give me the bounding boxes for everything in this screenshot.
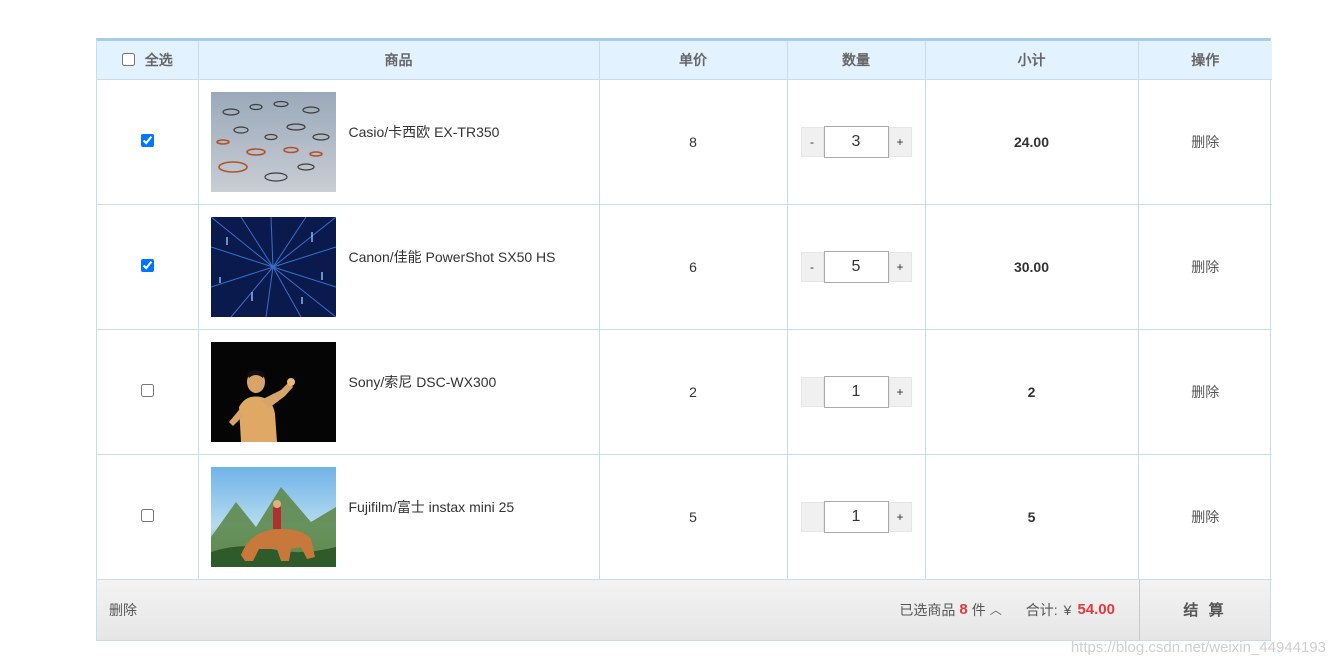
row-checkbox[interactable]: [140, 508, 154, 522]
row-checkbox[interactable]: [140, 133, 154, 147]
subtotal: 30.00: [925, 204, 1139, 330]
decrease-button[interactable]: -: [800, 501, 824, 532]
increase-button[interactable]: +: [888, 251, 912, 282]
delete-button[interactable]: 删除: [1191, 509, 1219, 525]
product-name: Casio/卡西欧 EX-TR350: [348, 123, 500, 140]
selected-unit: 件: [971, 601, 986, 618]
selected-prefix: 已选商品: [899, 601, 956, 618]
quantity-input[interactable]: [823, 500, 889, 533]
chevron-up-icon[interactable]: ︿: [990, 601, 1002, 618]
product-image-canon: [210, 216, 336, 317]
product-name: Canon/佳能 PowerShot SX50 HS: [348, 248, 556, 265]
quantity-input[interactable]: [823, 250, 889, 283]
currency-symbol: ¥: [1063, 601, 1072, 618]
delete-button[interactable]: 删除: [1191, 384, 1219, 400]
bulk-delete-button[interactable]: 删除: [109, 600, 137, 620]
product-name: Fujifilm/富士 instax mini 25: [348, 498, 515, 515]
shopping-cart: 全选 商品 单价 数量 小计 操作 Casio/卡西欧 EX-TR350 8 -…: [96, 38, 1272, 641]
select-all-checkbox[interactable]: [121, 53, 135, 67]
quantity-stepper: - +: [800, 500, 912, 533]
decrease-button[interactable]: -: [800, 376, 824, 407]
unit-price: 2: [599, 329, 788, 455]
decrease-button[interactable]: -: [800, 126, 824, 157]
select-all-label: 全选: [144, 51, 173, 68]
quantity-input[interactable]: [823, 375, 889, 408]
delete-button[interactable]: 删除: [1191, 259, 1219, 275]
table-row: Sony/索尼 DSC-WX300 2 - + 2 删除: [97, 329, 1272, 455]
unit-price: 8: [599, 79, 788, 205]
quantity-stepper: - +: [800, 250, 912, 283]
product-name: Sony/索尼 DSC-WX300: [348, 373, 497, 390]
header-quantity: 数量: [787, 41, 926, 80]
header-goods: 商品: [198, 41, 600, 80]
total-amount: 54.00: [1077, 601, 1115, 618]
table-row: Fujifilm/富士 instax mini 25 5 - + 5 删除: [97, 454, 1272, 580]
quantity-stepper: - +: [800, 375, 912, 408]
increase-button[interactable]: +: [888, 126, 912, 157]
table-row: Casio/卡西欧 EX-TR350 8 - + 24.00 删除: [97, 79, 1272, 205]
cart-footer: 删除 已选商品 8 件 ︿ 合计: ¥ 54.00 结 算: [97, 579, 1270, 640]
header-select-all: 全选: [97, 41, 199, 80]
selected-count[interactable]: 已选商品 8 件 ︿: [899, 600, 1001, 620]
header-subtotal: 小计: [925, 41, 1139, 80]
product-image-sony: [210, 341, 336, 442]
header-action: 操作: [1138, 41, 1272, 80]
subtotal: 5: [925, 454, 1139, 580]
table-row: Canon/佳能 PowerShot SX50 HS 6 - + 30.00 删…: [97, 204, 1272, 330]
checkout-button[interactable]: 结 算: [1139, 579, 1270, 640]
selected-count-number: 8: [959, 601, 968, 618]
product-image-fujifilm: [210, 466, 336, 567]
decrease-button[interactable]: -: [800, 251, 824, 282]
total-label: 合计:: [1025, 601, 1058, 618]
row-checkbox[interactable]: [140, 383, 154, 397]
subtotal: 2: [925, 329, 1139, 455]
total-price: 合计: ¥ 54.00: [1026, 600, 1115, 620]
watermark: https://blog.csdn.net/weixin_44944193: [1070, 639, 1326, 656]
delete-button[interactable]: 删除: [1191, 134, 1219, 150]
increase-button[interactable]: +: [888, 501, 912, 532]
subtotal: 24.00: [925, 79, 1139, 205]
cart-table: 全选 商品 单价 数量 小计 操作 Casio/卡西欧 EX-TR350 8 -…: [97, 41, 1272, 580]
unit-price: 5: [599, 454, 788, 580]
quantity-stepper: - +: [800, 125, 912, 158]
quantity-input[interactable]: [823, 125, 889, 158]
increase-button[interactable]: +: [888, 376, 912, 407]
row-checkbox[interactable]: [140, 258, 154, 272]
unit-price: 6: [599, 204, 788, 330]
table-header: 全选 商品 单价 数量 小计 操作: [97, 41, 1272, 80]
header-price: 单价: [599, 41, 788, 80]
product-image-casio: [210, 91, 336, 192]
